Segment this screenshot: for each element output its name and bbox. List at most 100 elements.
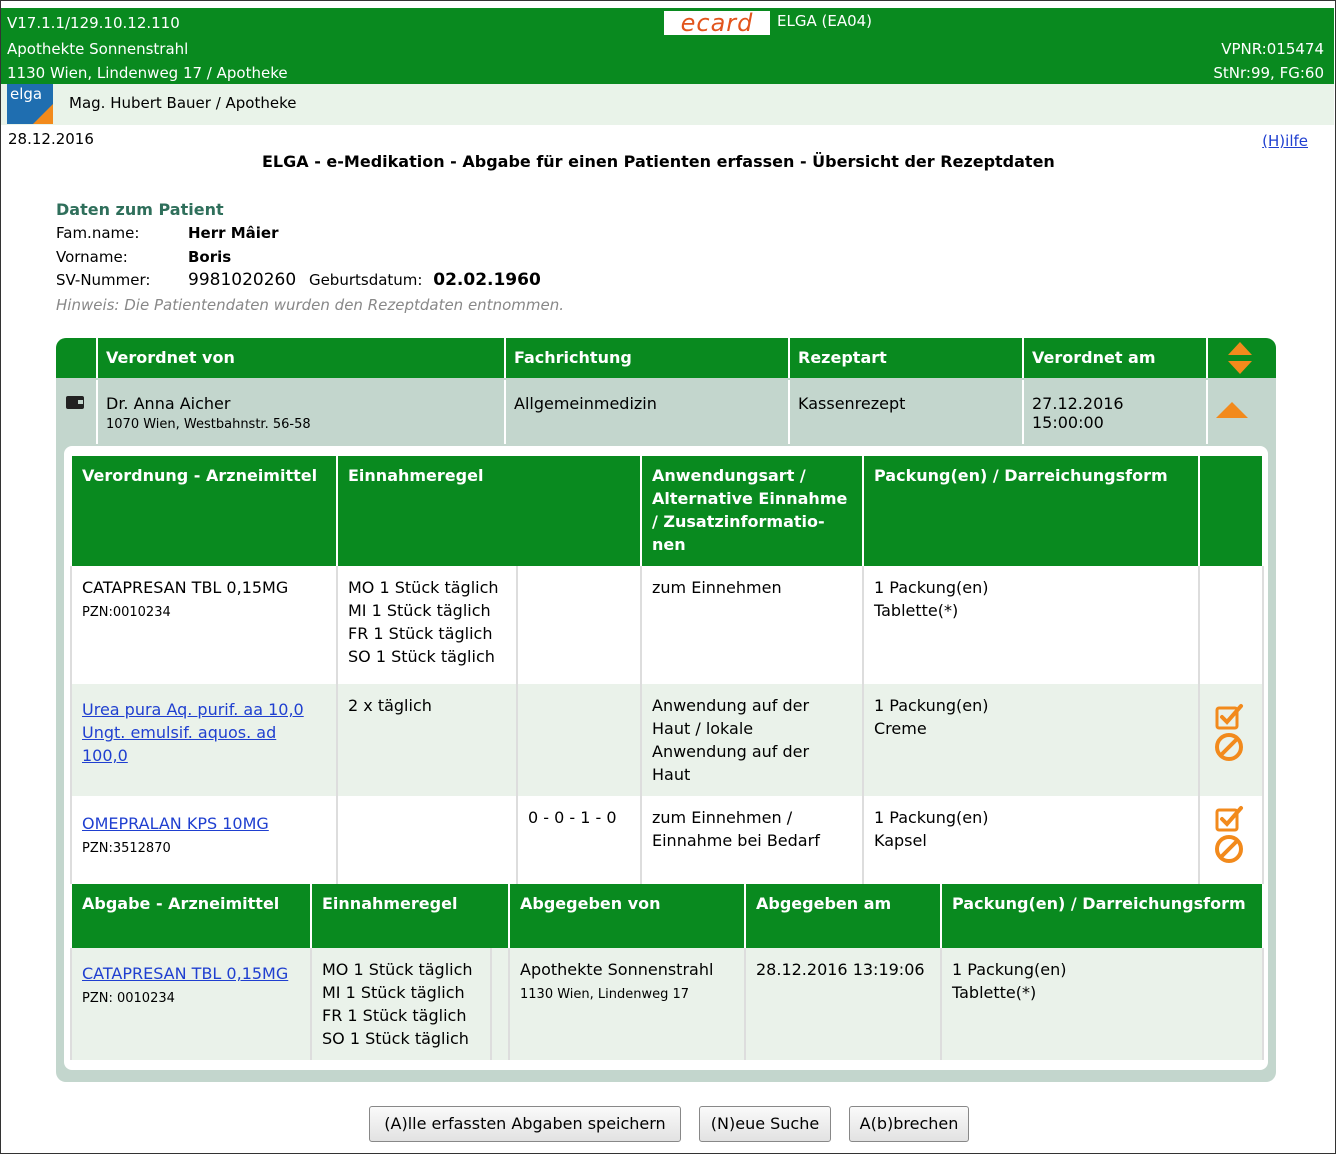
order-actions-cell [1198,566,1264,684]
rule-line: FR 1 Stück täglich [322,1006,467,1025]
dispense-col-medication: Abgabe - Arzneimittel [70,884,312,948]
cancel-button[interactable]: A(b)brechen [849,1106,969,1142]
user-bar: elga Mag. Hubert Bauer / Apotheke [1,84,1334,125]
order-pack-cell: 1 Packung(en) Kapsel [862,796,1200,886]
prescription-row[interactable]: Dr. Anna Aicher 1070 Wien, Westbahnstr. … [56,380,1276,444]
current-date: 28.12.2016 [8,130,94,148]
order-medication-cell: CATAPRESAN TBL 0,15MG PZN:0010234 [70,566,338,684]
order-medication-name: CATAPRESAN TBL 0,15MG [82,578,289,597]
orders-header-row: Verordnung - Arzneimittel Einnahmeregel … [70,456,1264,566]
dispense-col-rule: Einnahmeregel [310,884,510,948]
specialty-cell: Allgemeinmedizin [504,380,790,444]
ecard-logo: ecard [664,11,770,35]
help-link[interactable]: (H)ilfe [1262,132,1308,150]
pharmacy-name: Apothekte Sonnenstrahl [7,40,189,58]
order-medication-link[interactable]: Urea pura Aq. purif. aa 10,0 Ungt. emuls… [82,700,304,765]
famname-value: Herr Mâier [188,224,279,242]
col-rezeptart[interactable]: Rezeptart [788,338,1022,378]
stnr-text: StNr:99, FG:60 [1213,64,1324,82]
dispense-table: Abgabe - Arzneimittel Einnahmeregel Abge… [70,884,1264,1060]
col-fachrichtung[interactable]: Fachrichtung [504,338,790,378]
rule-line: 2 x täglich [348,696,432,715]
famname-label: Fam.name: [56,224,140,242]
order-usage-cell: zum Einnehmen / Einnahme bei Bedarf [640,796,864,886]
sort-down-icon [1228,361,1252,374]
order-rule-cell: 2 x täglich [336,684,518,796]
ecard-logo-text: ecard [680,9,754,37]
wallet-icon [66,396,84,409]
table-row: OMEPRALAN KPS 10MG PZN:3512870 0 - 0 - 1… [70,796,1264,886]
dispense-col-by: Abgegeben von [508,884,746,948]
user-name: Mag. Hubert Bauer / Apotheke [69,94,297,112]
top-header-bar: V17.1.1/129.10.12.110 Apothekte Sonnenst… [1,8,1334,84]
order-usage-cell: Anwendung auf der Haut / lokale Anwendun… [640,684,864,796]
dispense-by: Apothekte Sonnenstrahl [520,960,714,979]
rule-line: MI 1 Stück täglich [348,601,491,620]
save-all-button[interactable]: (A)lle erfassten Abgaben speichern [369,1106,681,1142]
prescriber-cell: Dr. Anna Aicher 1070 Wien, Westbahnstr. … [96,380,506,444]
rule-line: SO 1 Stück täglich [322,1029,469,1048]
order-medication-link[interactable]: OMEPRALAN KPS 10MG [82,814,269,833]
vorname-label: Vorname: [56,248,128,266]
dispense-col-at: Abgegeben am [744,884,942,948]
patient-vorname-row: Vorname: Boris [56,248,231,266]
orders-table: Verordnung - Arzneimittel Einnahmeregel … [70,456,1264,886]
order-pack-cell: 1 Packung(en) Tablette(*) [862,566,1200,684]
sort-arrows-icon[interactable] [1228,342,1252,374]
dispense-pack: 1 Packung(en) [952,960,1067,979]
cancel-icon[interactable] [1214,834,1244,864]
check-icon[interactable] [1214,702,1244,732]
system-label: ELGA (EA04) [777,12,873,30]
order-pack: 1 Packung(en) [874,578,989,597]
patient-hint: Hinweis: Die Patientendaten wurden den R… [56,296,564,314]
vpnr-text: VPNR:015474 [1221,40,1324,58]
collapse-arrow-icon[interactable] [1216,402,1248,418]
rule-line: MO 1 Stück täglich [348,578,499,597]
doctor-name: Dr. Anna Aicher [106,394,231,413]
table-row: CATAPRESAN TBL 0,15MG PZN:0010234 MO 1 S… [70,566,1264,684]
rule-line: MO 1 Stück täglich [322,960,473,979]
patient-famname-row: Fam.name: Herr Mâier [56,224,279,242]
rule-line: MI 1 Stück täglich [322,983,465,1002]
dispense-rule2-cell [490,948,510,1060]
doctor-address: 1070 Wien, Westbahnstr. 56-58 [106,417,311,432]
order-pack: 1 Packung(en) [874,696,989,715]
dispense-col-pack: Packung(en) / Darreichungsform [940,884,1264,948]
dispense-header-row: Abgabe - Arzneimittel Einnahmeregel Abge… [70,884,1264,948]
order-rule-cell: MO 1 Stück täglich MI 1 Stück täglich FR… [336,566,518,684]
dispense-medication-link[interactable]: CATAPRESAN TBL 0,15MG [82,964,288,983]
sort-column [1206,338,1276,378]
orders-col-rule: Einnahmeregel [336,456,642,566]
birth-value: 02.02.1960 [433,270,541,290]
order-form: Tablette(*) [874,601,959,620]
order-form: Creme [874,719,927,738]
rule-line: FR 1 Stück täglich [348,624,493,643]
dispense-by-address: 1130 Wien, Lindenweg 17 [520,987,690,1002]
dispense-form: Tablette(*) [952,983,1037,1002]
check-icon[interactable] [1214,804,1244,834]
order-pack-cell: 1 Packung(en) Creme [862,684,1200,796]
table-row: CATAPRESAN TBL 0,15MG PZN: 0010234 MO 1 … [70,948,1264,1060]
sv-value: 9981020260 [188,270,297,290]
patient-sv-row: SV-Nummer: 9981020260 Geburtsdatum: 02.02… [56,270,541,290]
order-rule2-cell: 0 - 0 - 1 - 0 [516,796,642,886]
orders-col-pack: Packung(en) / Darreichungsform [862,456,1200,566]
cancel-icon[interactable] [1214,732,1244,762]
sort-up-icon [1228,342,1252,355]
order-medication-cell: OMEPRALAN KPS 10MG PZN:3512870 [70,796,338,886]
order-rule2-cell [516,566,642,684]
order-medication-cell: Urea pura Aq. purif. aa 10,0 Ungt. emuls… [70,684,338,796]
new-search-button[interactable]: (N)eue Suche [699,1106,831,1142]
sv-label: SV-Nummer: [56,271,151,289]
order-pack: 1 Packung(en) [874,808,989,827]
dispense-pzn: PZN: 0010234 [82,991,175,1006]
patient-section-title: Daten zum Patient [56,200,224,219]
col-verordnet-am[interactable]: Verordnet am [1022,338,1206,378]
dispense-at-cell: 28.12.2016 13:19:06 [744,948,942,1060]
dispense-pack-cell: 1 Packung(en) Tablette(*) [940,948,1264,1060]
prescription-header: Verordnet von Fachrichtung Rezeptart Ver… [56,338,1276,378]
date-cell: 27.12.2016 15:00:00 [1022,380,1206,444]
vorname-value: Boris [188,248,232,266]
table-row: Urea pura Aq. purif. aa 10,0 Ungt. emuls… [70,684,1264,796]
col-verordnet-von[interactable]: Verordnet von [96,338,506,378]
